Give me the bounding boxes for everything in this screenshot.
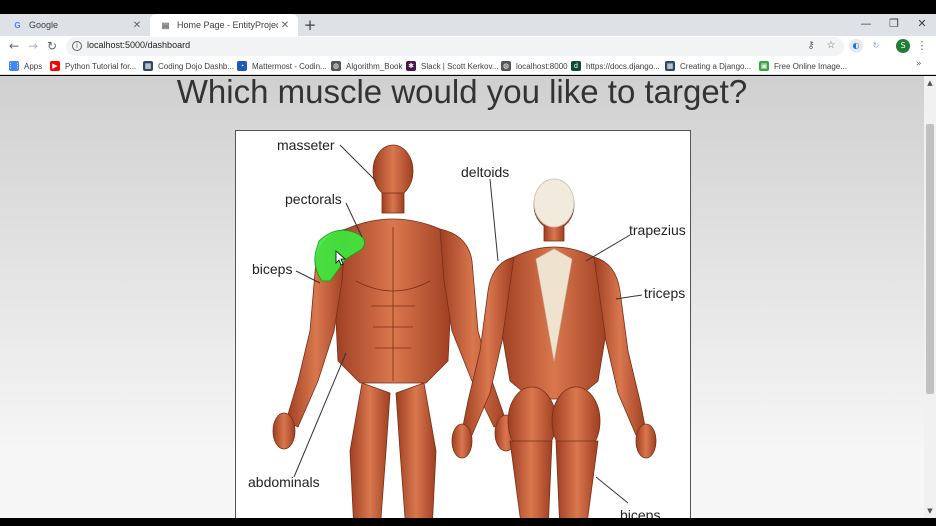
screen: G Google ✕ ▤ Home Page - EntityProject ✕…	[0, 0, 936, 526]
slack-icon: ✱	[406, 61, 416, 71]
refresh-extension-icon[interactable]: ↻	[869, 39, 883, 53]
dojo-icon: ▦	[143, 61, 153, 71]
youtube-icon: ▶	[50, 61, 60, 71]
muscle-diagram: masseter pectorals biceps deltoids trape…	[235, 130, 691, 518]
url-text[interactable]: localhost:5000/dashboard	[87, 40, 190, 50]
tab-google[interactable]: G Google ✕	[2, 14, 150, 36]
close-window-button[interactable]: ✕	[908, 16, 936, 32]
apps-grid-icon: ⋮⋮	[7, 61, 21, 71]
bookmark-label: Python Tutorial for...	[65, 61, 137, 71]
bookmark-free-online-image[interactable]: ▣ Free Online Image...	[759, 59, 847, 73]
page-content: Which muscle would you like to target? m…	[0, 76, 924, 518]
bookmark-coding-dojo-dashb[interactable]: ▦ Coding Dojo Dashb...	[143, 59, 234, 73]
minimize-button[interactable]: —	[852, 16, 880, 32]
bookmark-label: Slack | Scott Kerkov...	[421, 61, 499, 71]
new-tab-button[interactable]: +	[302, 17, 318, 33]
scroll-up-arrow[interactable]: ▲	[924, 78, 936, 88]
label-trapezius[interactable]: trapezius	[629, 222, 686, 238]
scroll-thumb[interactable]	[926, 124, 934, 394]
back-button[interactable]: ←	[6, 38, 22, 54]
bookmark-label: Creating a Django...	[680, 61, 752, 71]
close-tab-icon[interactable]: ✕	[130, 18, 144, 32]
bookmarks-overflow-button[interactable]: »	[916, 59, 922, 69]
reload-button[interactable]: ↻	[44, 38, 60, 54]
label-biceps[interactable]: biceps	[252, 261, 292, 277]
bookmark-slack-scott-kerkov[interactable]: ✱ Slack | Scott Kerkov...	[406, 59, 499, 73]
label-masseter[interactable]: masseter	[277, 137, 335, 153]
bookmark-label: Apps	[24, 61, 43, 71]
mattermost-icon: ◔	[237, 61, 247, 71]
label-pectorals[interactable]: pectorals	[285, 191, 342, 207]
bookmark-localhost-8000[interactable]: ◍ localhost:8000	[501, 59, 568, 73]
image-icon: ▣	[759, 61, 769, 71]
tab-home-page[interactable]: ▤ Home Page - EntityProject ✕	[150, 14, 298, 36]
label-deltoids[interactable]: deltoids	[461, 164, 509, 180]
bookmark-https-docs-django[interactable]: d https://docs.django...	[571, 59, 660, 73]
scrollbar[interactable]: ▲ ▼	[924, 76, 936, 518]
bookmarks-bar: ⋮⋮ Apps ▶ Python Tutorial for... ▦ Coding Doj…	[0, 57, 936, 75]
close-tab-icon[interactable]: ✕	[278, 18, 292, 32]
globe-icon: ◍	[501, 61, 511, 71]
bookmark-label: https://docs.django...	[586, 61, 660, 71]
scroll-down-arrow[interactable]: ▼	[924, 506, 936, 516]
bookmark-label: Algorithm_Book	[346, 61, 403, 71]
muscle-anatomy-image	[272, 144, 657, 518]
google-icon: G	[14, 20, 21, 30]
bookmark-python-tutorial-for[interactable]: ▶ Python Tutorial for...	[50, 59, 136, 73]
bookmark-algorithm-book[interactable]: ◍ Algorithm_Book	[331, 59, 402, 73]
tab-title: Home Page - EntityProject	[177, 20, 278, 30]
back-head	[533, 178, 575, 228]
django-icon: d	[571, 61, 581, 71]
star-icon[interactable]: ☆	[824, 39, 838, 53]
page-icon: ▤	[161, 20, 170, 30]
toolbar: ← → ↻ i localhost:5000/dashboard ⚷ ☆ ◐ ↻…	[0, 36, 936, 57]
page-title: Which muscle would you like to target?	[176, 76, 748, 110]
forward-button[interactable]: →	[25, 38, 41, 54]
extension-icon[interactable]: ◐	[849, 39, 863, 53]
address-bar[interactable]: i localhost:5000/dashboard ⚷ ☆	[66, 37, 844, 56]
globe-icon: ◍	[331, 61, 341, 71]
label-biceps-back[interactable]: biceps	[620, 507, 660, 518]
dojo-icon: ▦	[665, 61, 675, 71]
restore-button[interactable]: ❐	[880, 16, 908, 32]
bookmark-apps[interactable]: ⋮⋮ Apps	[7, 59, 43, 73]
tab-title: Google	[29, 20, 59, 30]
bookmark-creating-a-django[interactable]: ▦ Creating a Django...	[665, 59, 751, 73]
menu-icon[interactable]: ⋮	[916, 38, 928, 54]
label-abdominals[interactable]: abdominals	[248, 474, 320, 490]
bookmark-mattermost-codin[interactable]: ◔ Mattermost - Codin...	[237, 59, 327, 73]
bookmark-label: localhost:8000	[516, 61, 568, 71]
key-icon[interactable]: ⚷	[804, 39, 818, 53]
tab-strip: G Google ✕ ▤ Home Page - EntityProject ✕…	[0, 14, 936, 36]
label-triceps[interactable]: triceps	[644, 285, 685, 301]
bookmark-label: Free Online Image...	[774, 61, 847, 71]
avatar[interactable]: S	[896, 39, 910, 53]
info-icon[interactable]: i	[72, 41, 82, 51]
bookmark-label: Coding Dojo Dashb...	[158, 61, 235, 71]
bookmark-label: Mattermost - Codin...	[252, 61, 327, 71]
